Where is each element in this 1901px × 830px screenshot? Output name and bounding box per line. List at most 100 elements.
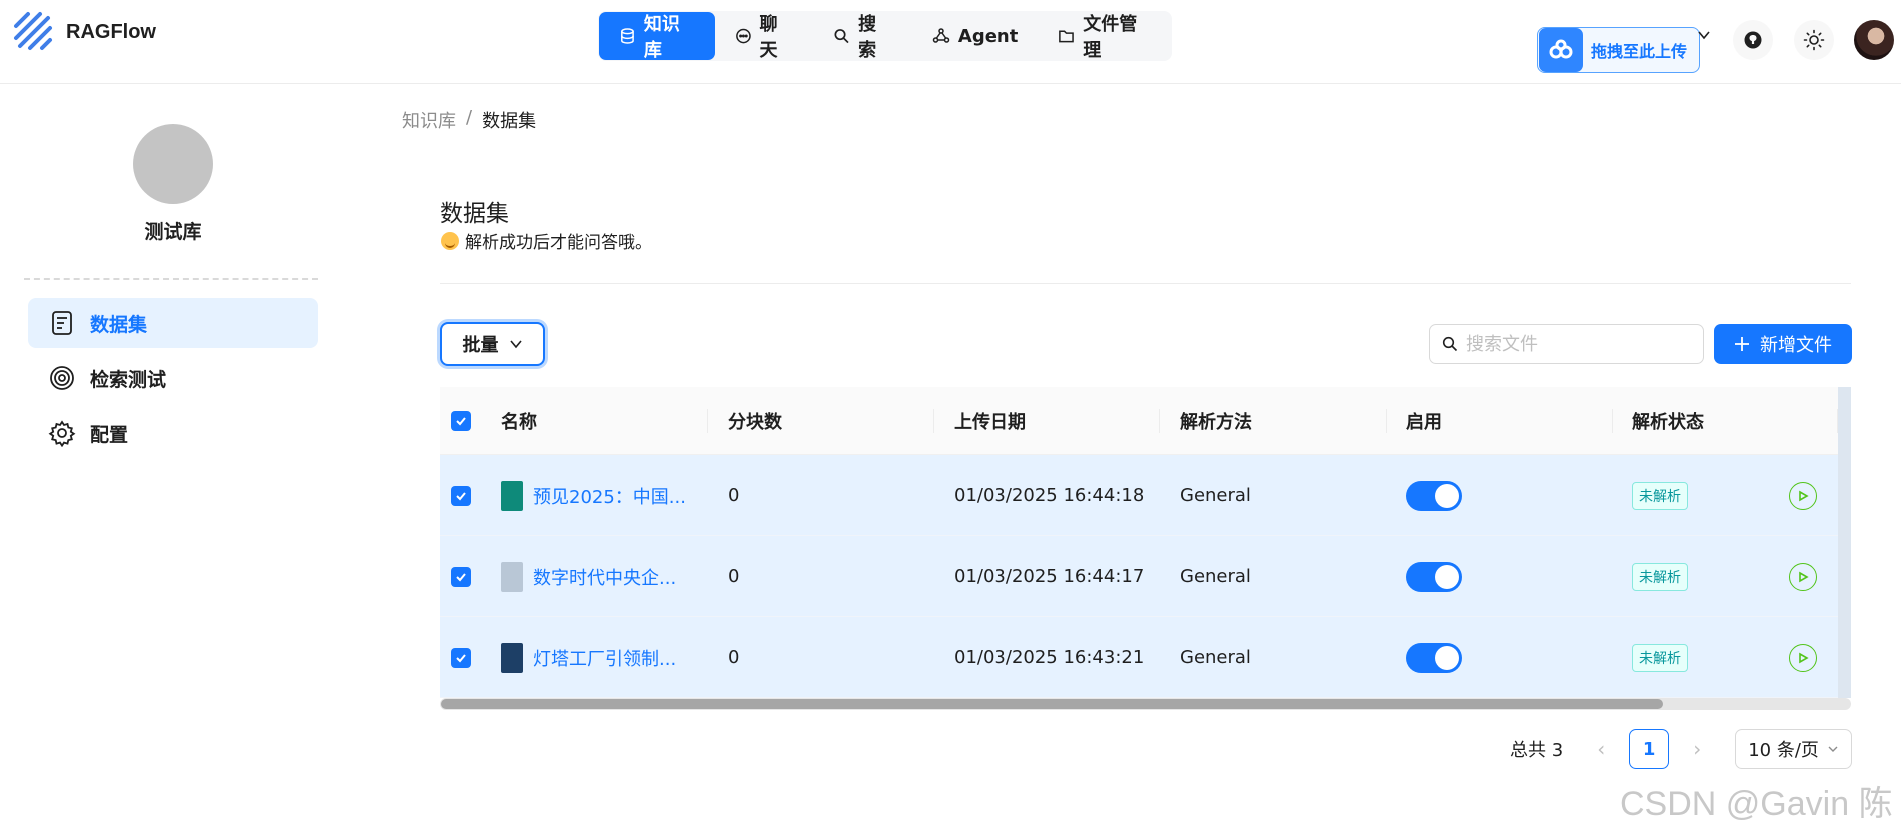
file-name-cell[interactable]: 预见2025：中国... [501,455,686,536]
nav-search[interactable]: 搜索 [813,12,912,61]
upload-date: 01/03/2025 16:44:17 [954,566,1145,587]
check-icon [456,417,466,426]
page-title: 数据集 [440,201,509,227]
enable-toggle[interactable] [1406,561,1462,592]
column-header-upload-date[interactable]: 上传日期 [954,387,1026,455]
select-all-checkbox[interactable] [451,411,471,431]
batch-button[interactable]: 批量 [440,322,545,366]
user-avatar[interactable] [1854,20,1894,60]
horizontal-scrollbar[interactable] [440,698,1851,710]
app-logo[interactable]: RAGFlow [12,10,156,54]
table-row[interactable]: 灯塔工厂引领制... 0 01/03/2025 16:43:21 General… [440,617,1851,698]
scrollbar-thumb[interactable] [441,699,1663,709]
breadcrumb-parent[interactable]: 知识库 [402,107,456,133]
file-search-box[interactable] [1429,324,1704,364]
row-select-cell [451,617,471,698]
column-header-parse-status[interactable]: 解析状态 [1632,387,1704,455]
file-name[interactable]: 数字时代中央企... [533,564,676,590]
nav-label: 知识库 [643,14,680,61]
file-name[interactable]: 灯塔工厂引领制... [533,645,676,671]
column-divider [1386,409,1387,433]
chat-icon [735,28,751,44]
add-file-button[interactable]: 新增文件 [1714,324,1852,364]
chevron-down-icon [509,340,522,349]
page-number-button[interactable]: 1 [1629,729,1670,769]
nav-chat[interactable]: 聊天 [715,12,814,61]
play-icon [1799,490,1809,501]
chunk-count: 0 [728,647,740,668]
column-header-name[interactable]: 名称 [501,387,537,455]
run-parse-button[interactable] [1789,643,1817,672]
page-description-text: 解析成功后才能问答哦。 [465,233,652,253]
column-header-parse-method[interactable]: 解析方法 [1180,387,1252,455]
watermark: CSDN @Gavin 陈 [1620,785,1893,823]
nav-label: Agent [957,25,1019,47]
chevron-down-icon [1828,746,1838,752]
sidebar-item-config[interactable]: 配置 [28,408,318,458]
status-badge: 未解析 [1632,562,1688,591]
status-cell: 未解析 [1632,536,1688,617]
cloud-icon [1539,28,1583,72]
gear-icon [48,420,76,447]
chunk-count: 0 [728,485,740,506]
parse-method[interactable]: General [1180,617,1251,698]
nav-agent[interactable]: Agent [912,12,1038,60]
add-file-button-label: 新增文件 [1760,335,1832,356]
theme-toggle-button[interactable] [1794,20,1834,60]
nav-knowledge-base[interactable]: 知识库 [599,12,715,61]
drag-upload-badge[interactable]: 拖拽至此上传 [1537,27,1700,73]
status-cell: 未解析 [1632,455,1688,536]
column-header-chunks[interactable]: 分块数 [728,387,782,455]
page-size-select[interactable]: 10 条/页 [1735,729,1853,769]
search-input[interactable] [1466,333,1686,355]
row-select-cell [451,536,471,617]
table-row[interactable]: 数字时代中央企... 0 01/03/2025 16:44:17 General… [440,536,1851,617]
select-all-cell [451,387,471,455]
chevron-down-icon[interactable] [1697,28,1711,42]
check-icon [456,491,466,500]
breadcrumb-separator: / [466,107,473,128]
upload-date: 01/03/2025 16:44:18 [954,485,1145,506]
pagination: 总共 3 ‹ 1 › 10 条/页 [1510,729,1853,769]
nav-label: 文件管理 [1083,14,1138,61]
section-divider [440,283,1851,284]
sidebar-item-dataset[interactable]: 数据集 [28,298,318,348]
parse-method[interactable]: General [1180,536,1251,617]
run-parse-button[interactable] [1789,562,1817,591]
row-checkbox[interactable] [451,566,471,587]
target-icon [50,366,74,390]
prev-page-button[interactable]: ‹ [1581,737,1621,761]
sidebar-item-label: 检索测试 [90,368,167,391]
nav-label: 搜索 [858,14,877,61]
sidebar-item-retrieval-test[interactable]: 检索测试 [28,353,318,403]
search-icon [834,29,849,44]
search-icon [1442,336,1458,352]
run-parse-button[interactable] [1789,481,1817,510]
file-name[interactable]: 预见2025：中国... [533,483,686,509]
knowledge-base-name: 测试库 [144,221,202,243]
folder-icon [1059,30,1075,43]
knowledge-base-avatar [133,124,213,204]
enable-toggle[interactable] [1406,642,1462,673]
enable-toggle[interactable] [1406,480,1462,511]
nav-file-management[interactable]: 文件管理 [1038,12,1171,61]
status-cell: 未解析 [1632,617,1688,698]
page-description: 解析成功后才能问答哦。 [441,228,652,253]
row-select-cell [451,455,471,536]
upload-date: 01/03/2025 16:43:21 [954,647,1145,668]
parse-method[interactable]: General [1180,455,1251,536]
row-checkbox[interactable] [451,647,471,668]
column-header-enabled[interactable]: 启用 [1406,387,1442,455]
batch-button-label: 批量 [462,335,499,356]
row-checkbox[interactable] [451,485,471,506]
github-button[interactable] [1733,20,1773,60]
graph-icon [932,28,950,43]
file-name-cell[interactable]: 数字时代中央企... [501,536,676,617]
sidebar-item-label: 数据集 [90,313,148,336]
nav-label: 聊天 [759,14,778,61]
breadcrumb-current: 数据集 [482,111,537,132]
file-name-cell[interactable]: 灯塔工厂引领制... [501,617,676,698]
next-page-button[interactable]: › [1677,737,1717,761]
table-row[interactable]: 预见2025：中国... 0 01/03/2025 16:44:18 Gener… [440,455,1851,536]
status-badge: 未解析 [1632,643,1688,672]
